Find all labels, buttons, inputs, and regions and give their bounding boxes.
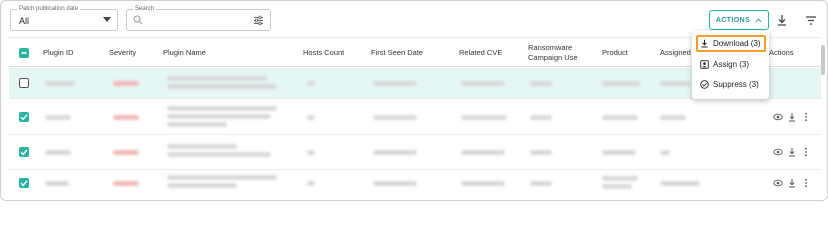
view-icon[interactable] [773, 112, 783, 122]
select-all-checkbox[interactable] [19, 48, 29, 58]
checkmark-icon [20, 114, 28, 121]
row-checkbox[interactable] [19, 78, 29, 88]
chevron-up-icon [755, 17, 762, 22]
row-checkbox[interactable] [19, 112, 29, 122]
checkmark-icon [20, 149, 28, 156]
view-icon[interactable] [773, 178, 783, 188]
menu-item-label: Suppress (3) [713, 80, 759, 89]
search-label: Search [133, 5, 157, 13]
vulnerability-table-panel: Patch publication date All Search ACTION… [0, 0, 828, 201]
download-icon[interactable] [787, 147, 797, 157]
row-checkbox[interactable] [19, 178, 29, 188]
download-icon[interactable] [775, 13, 789, 27]
menu-item-download[interactable]: Download (3) [696, 35, 766, 52]
download-icon [701, 39, 708, 48]
table-row[interactable] [9, 135, 821, 170]
chevron-down-icon [103, 17, 111, 22]
column-severity[interactable]: Severity [109, 38, 136, 68]
download-icon[interactable] [787, 112, 797, 122]
column-plugin-name[interactable]: Plugin Name [163, 38, 206, 68]
search-icon [133, 15, 143, 25]
table-row[interactable] [9, 170, 821, 200]
menu-item-label: Assign (3) [713, 60, 750, 69]
more-options-icon[interactable] [801, 147, 811, 157]
suppress-icon [700, 80, 709, 89]
column-assigned[interactable]: Assigned [660, 38, 691, 68]
column-related-cve[interactable]: Related CVE [459, 38, 502, 68]
view-icon[interactable] [773, 147, 783, 157]
patch-date-label: Patch publication date [17, 5, 81, 13]
column-product[interactable]: Product [602, 38, 628, 68]
download-icon[interactable] [787, 178, 797, 188]
column-first-seen-date[interactable]: First Seen Date [371, 38, 423, 68]
filter-settings-icon[interactable] [253, 15, 264, 26]
patch-date-select[interactable]: Patch publication date All [10, 5, 118, 31]
actions-menu: Download (3) Assign (3) Suppress (3) [692, 31, 769, 99]
assign-icon [700, 60, 709, 69]
menu-item-suppress[interactable]: Suppress (3) [696, 76, 766, 93]
checkmark-icon [20, 180, 28, 187]
search-input[interactable]: Search [126, 5, 271, 31]
more-options-icon[interactable] [801, 112, 811, 122]
filter-icon[interactable] [804, 13, 818, 27]
patch-date-value: All [19, 16, 30, 26]
column-hosts-count[interactable]: Hosts Count [303, 38, 344, 68]
column-plugin-id[interactable]: Plugin ID [43, 38, 73, 68]
more-options-icon[interactable] [801, 178, 811, 188]
menu-item-label: Download (3) [713, 39, 761, 48]
indeterminate-icon [21, 52, 27, 54]
table-row[interactable] [9, 99, 821, 135]
row-checkbox[interactable] [19, 147, 29, 157]
vertical-scrollbar[interactable] [821, 45, 825, 75]
menu-item-assign[interactable]: Assign (3) [696, 56, 766, 73]
column-actions: Actions [769, 48, 794, 57]
actions-label: ACTIONS [715, 16, 751, 24]
column-ransomware-campaign-use[interactable]: Ransomware Campaign Use [528, 38, 588, 68]
actions-button[interactable]: ACTIONS [709, 10, 769, 30]
